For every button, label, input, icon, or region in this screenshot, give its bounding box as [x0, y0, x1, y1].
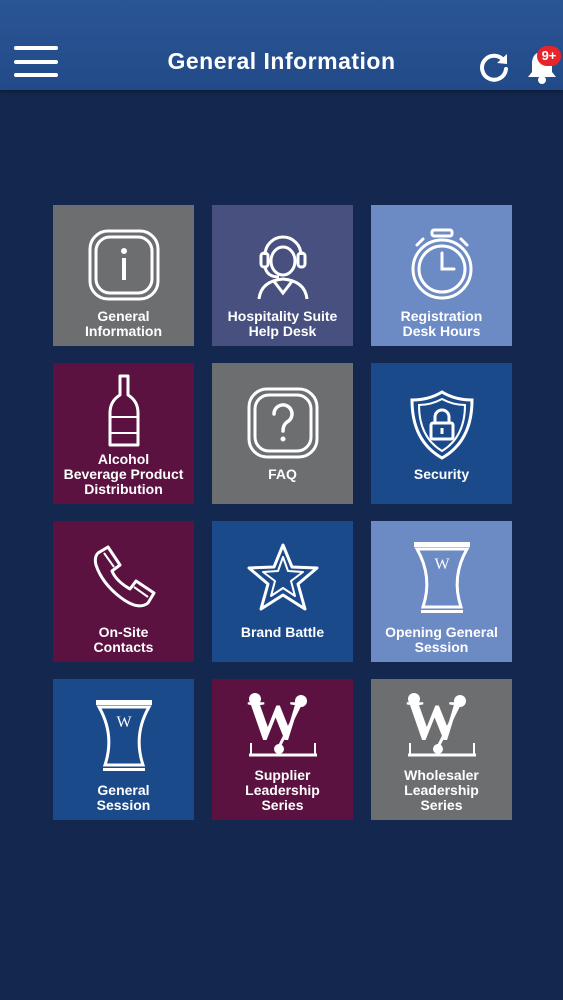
- tile-general-information[interactable]: General Information: [53, 205, 194, 346]
- tile-label: Registration Desk Hours: [400, 308, 483, 339]
- svg-text:W: W: [434, 556, 450, 573]
- wine-bottle-icon: [108, 374, 139, 447]
- w-logo-icon: W: [406, 690, 476, 757]
- alarm-clock-icon: [411, 228, 472, 300]
- tile-faq[interactable]: FAQ: [212, 363, 353, 504]
- shield-lock-icon: [409, 390, 474, 460]
- star-icon: [247, 543, 318, 611]
- refresh-icon[interactable]: [478, 51, 510, 83]
- tile-label: On-Site Contacts: [93, 624, 154, 655]
- tile-on-site-contacts[interactable]: On-Site Contacts: [53, 521, 194, 662]
- tile-label: Opening General Session: [385, 624, 498, 655]
- vase-logo-icon: W: [95, 700, 152, 771]
- tile-label: General Information: [85, 308, 162, 339]
- tile-label: Wholesaler Leadership Series: [404, 767, 479, 813]
- info-icon: [88, 229, 159, 301]
- tile-label: Supplier Leadership Series: [245, 767, 320, 813]
- tile-label: Security: [413, 466, 470, 482]
- vase-logo-icon: W: [413, 542, 470, 613]
- tile-hospitality-suite-help-desk[interactable]: Hospitality Suite Help Desk: [212, 205, 353, 346]
- tile-wholesaler-leadership-series[interactable]: W Wholesaler Leadership Series: [371, 679, 512, 820]
- w-logo-icon: W: [247, 690, 317, 757]
- phone-icon: [93, 545, 155, 608]
- tile-security[interactable]: Security: [371, 363, 512, 504]
- tile-general-session[interactable]: W General Session: [53, 679, 194, 820]
- svg-text:W: W: [116, 714, 132, 731]
- headset-agent-icon: [257, 235, 308, 300]
- tile-label: FAQ: [268, 466, 297, 482]
- tile-label: Alcohol Beverage Product Distribution: [63, 451, 184, 497]
- tile-grid: General Information Hospitality Suite Help…: [53, 205, 512, 820]
- app-header: General Information 9+: [0, 0, 563, 90]
- question-icon: [247, 387, 318, 459]
- notification-badge: 9+: [537, 46, 561, 66]
- tile-supplier-leadership-series[interactable]: W Supplier Leadership Series: [212, 679, 353, 820]
- tile-label: Hospitality Suite Help Desk: [227, 308, 338, 339]
- tile-registration-desk-hours[interactable]: Registration Desk Hours: [371, 205, 512, 346]
- tile-brand-battle[interactable]: Brand Battle: [212, 521, 353, 662]
- tile-alcohol-beverage-product-distribution[interactable]: Alcohol Beverage Product Distribution: [53, 363, 194, 504]
- tile-opening-general-session[interactable]: W Opening General Session: [371, 521, 512, 662]
- tile-label: Brand Battle: [240, 624, 325, 640]
- tile-label: General Session: [96, 782, 151, 813]
